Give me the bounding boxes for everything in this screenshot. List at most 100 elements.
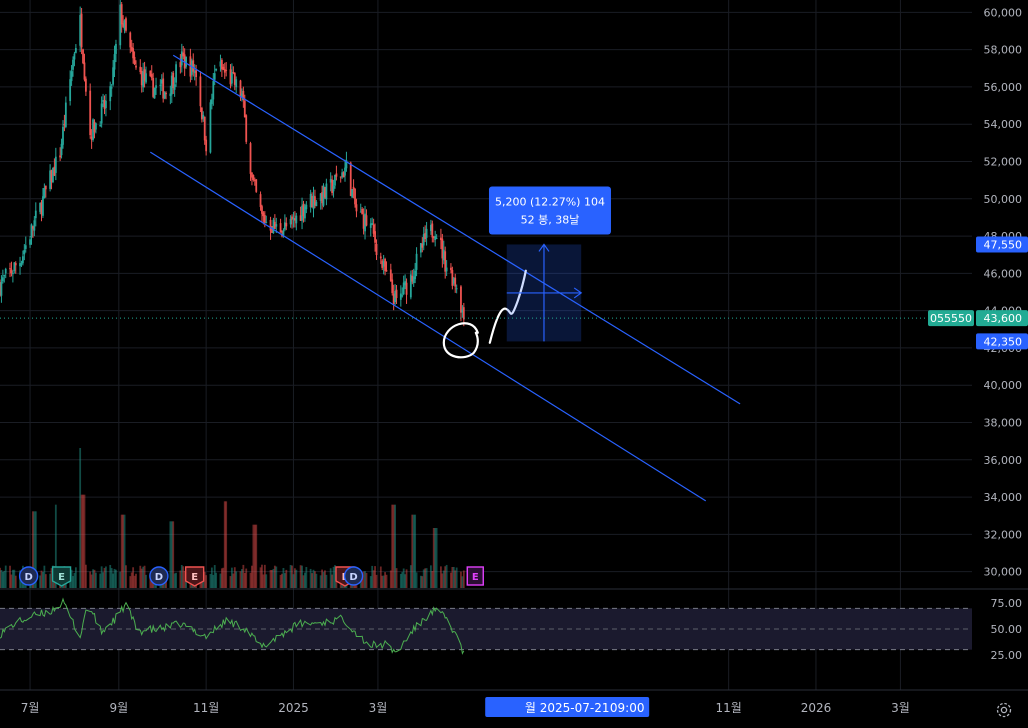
channel-upper-line[interactable]	[172, 54, 741, 405]
event-marker-earnings-missed[interactable]: E	[184, 566, 205, 587]
candle-body	[401, 295, 404, 297]
candle-body	[70, 71, 73, 82]
candle-body	[209, 102, 212, 153]
volume-bar	[235, 571, 238, 588]
candle-body	[11, 273, 14, 275]
candle-body	[269, 219, 272, 231]
candle-body	[405, 282, 408, 295]
candle-body	[289, 218, 292, 225]
candle-body	[263, 215, 266, 223]
candle-body	[73, 53, 76, 60]
volume-bar	[445, 564, 448, 588]
event-marker-dividend[interactable]: D	[18, 566, 39, 586]
stock-chart[interactable]: 5,200 (12.27%) 10452 봉, 38날 DEDEEDE 30,0…	[0, 0, 1028, 724]
event-marker-earnings-upcoming[interactable]: E	[466, 566, 484, 586]
candle-body	[120, 4, 123, 25]
volume-bar	[135, 573, 137, 588]
candle-body	[110, 87, 113, 89]
price-tick-label: 32,000	[984, 528, 1023, 541]
volume-bar	[405, 569, 408, 588]
candle-body	[69, 79, 72, 102]
volume-bar	[275, 566, 278, 588]
candle-body	[42, 196, 44, 216]
candle-body	[235, 79, 238, 88]
candle-body	[112, 67, 114, 85]
volume-bar	[74, 567, 77, 588]
candle-body	[305, 204, 308, 210]
candle-body	[129, 32, 132, 48]
volume-bar	[435, 528, 438, 588]
candle-body	[365, 215, 368, 226]
candle-body	[72, 59, 74, 70]
candle-body	[243, 100, 246, 118]
drawing-layer[interactable]: 5,200 (12.27%) 104 52 봉, 38날	[0, 54, 972, 502]
volume-bar	[4, 565, 7, 588]
event-marker-letter: D	[24, 572, 32, 583]
candle-body	[173, 84, 176, 90]
candle-body	[10, 269, 13, 274]
candle-body	[315, 201, 318, 207]
candle-body	[125, 18, 127, 31]
channel-lower-line[interactable]	[149, 151, 707, 502]
candle-body	[231, 72, 233, 84]
symbol-code-label: 055550	[930, 312, 972, 325]
volume-bar	[125, 565, 127, 588]
candle-body	[275, 224, 278, 227]
candle-body	[185, 56, 187, 67]
measure-high-label: 47,550	[984, 238, 1023, 251]
event-marker-dividend[interactable]: D	[149, 566, 169, 586]
time-tick-label: 3월	[891, 701, 910, 715]
rsi-pane	[0, 597, 972, 655]
volume-bar	[285, 569, 288, 588]
rsi-tick-label: 75.00	[991, 597, 1023, 610]
candle-body	[30, 224, 33, 238]
candle-body	[255, 179, 258, 192]
volume-bar	[105, 566, 107, 588]
candle-body	[195, 70, 198, 78]
candle-body	[155, 85, 157, 89]
candle-body	[462, 307, 465, 320]
candle-body	[335, 173, 338, 177]
candle-body	[133, 56, 136, 65]
volume-bar	[215, 572, 218, 588]
event-marker-dividend[interactable]: D	[343, 566, 364, 586]
price-tick-label: 58,000	[984, 44, 1023, 57]
time-tick-label: 9월	[109, 701, 128, 715]
price-tick-label: 56,000	[984, 81, 1023, 94]
price-tick-label: 54,000	[984, 118, 1023, 131]
volume-bar	[315, 573, 318, 588]
volume-bar	[44, 574, 47, 588]
candle-body	[74, 48, 77, 53]
price-tick-label: 30,000	[984, 566, 1023, 579]
event-marker-earnings-past[interactable]: E	[51, 566, 72, 587]
candle-body	[460, 286, 462, 313]
candle-body	[203, 116, 206, 141]
rsi-tick-label: 50.00	[991, 623, 1023, 636]
candle-body	[259, 194, 262, 207]
measure-low-label: 42,350	[984, 335, 1023, 348]
candle-body	[80, 13, 83, 48]
candle-body	[84, 78, 87, 92]
candle-body	[399, 293, 402, 300]
candle-body	[279, 223, 282, 233]
candle-body	[450, 267, 452, 270]
volume-bar	[145, 574, 147, 588]
candle-body	[54, 156, 57, 173]
candle-body	[295, 215, 298, 224]
candle-body	[22, 256, 24, 264]
volume-bar	[415, 572, 418, 588]
candle-body	[344, 167, 346, 176]
candle-body	[325, 183, 328, 200]
candle-body	[354, 188, 356, 205]
time-tick-label: 7월	[21, 701, 40, 715]
volume-bar	[14, 575, 17, 588]
volume-bar	[205, 575, 208, 588]
price-tick-label: 50,000	[984, 193, 1023, 206]
volume-bar	[245, 568, 248, 588]
candle-body	[351, 189, 354, 198]
chart-svg[interactable]: 5,200 (12.27%) 10452 봉, 38날 DEDEEDE 30,0…	[0, 0, 1028, 724]
candle-body	[83, 62, 86, 80]
candle-body	[192, 60, 195, 72]
settings-gear-icon[interactable]	[994, 700, 1014, 720]
candle-body	[82, 49, 84, 64]
